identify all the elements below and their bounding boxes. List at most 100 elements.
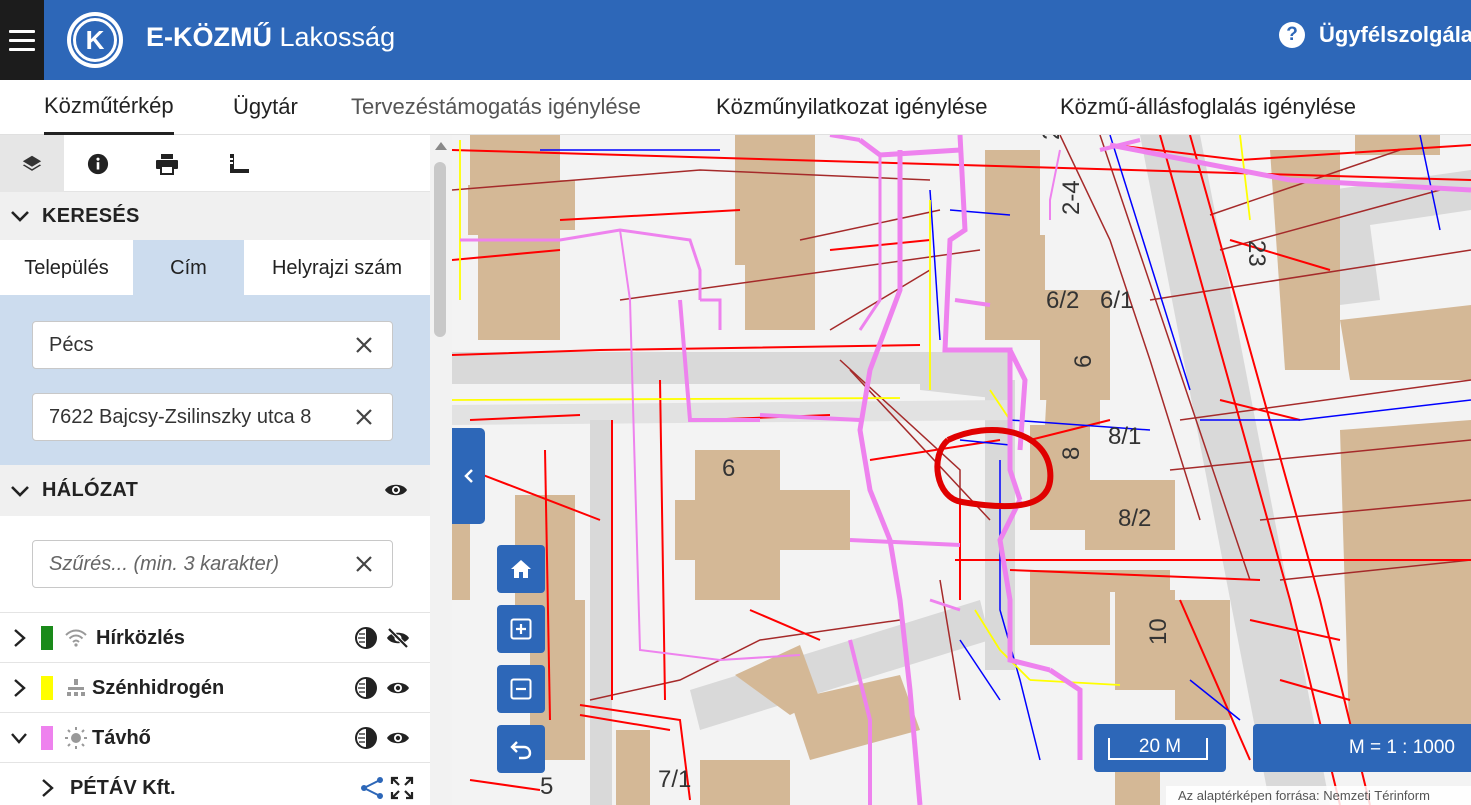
sidebar-toolbar: [0, 135, 430, 192]
map-address-label: 6: [1070, 354, 1097, 368]
map-canvas[interactable]: 62/C2-46/26/168/188/22310157/1: [452, 135, 1471, 805]
layer-row-tavho[interactable]: Távhő: [0, 712, 430, 762]
eye-icon[interactable]: [386, 676, 410, 700]
hamburger-menu-button[interactable]: [0, 0, 44, 80]
map-base-layer: [452, 135, 1471, 805]
network-graph-icon[interactable]: [360, 776, 384, 800]
clear-filter-icon[interactable]: [354, 554, 374, 574]
scale-indicator: 20 M: [1094, 724, 1226, 772]
main-nav: Közműtérkép Ügytár Tervezéstámogatás igé…: [0, 80, 1471, 135]
map-address-label: 7/1: [658, 766, 692, 793]
help-label: Ügyfélszolgála: [1319, 22, 1471, 47]
map-address-label: 6: [722, 455, 736, 482]
chevron-right-icon[interactable]: [10, 628, 28, 648]
address-input[interactable]: [49, 394, 349, 440]
zoom-out-button[interactable]: [497, 665, 545, 713]
chevron-down-icon: [10, 484, 32, 498]
chevron-right-icon[interactable]: [10, 678, 28, 698]
brand-title: E-KÖZMŰ Lakosság: [146, 20, 395, 54]
opacity-icon[interactable]: [354, 726, 378, 750]
layer-label: Távhő: [92, 727, 151, 749]
map-address-label: 23: [1243, 240, 1270, 267]
network-filter-area: [0, 516, 430, 612]
tab-tervezestamogatas[interactable]: Tervezéstámogatás igénylése: [351, 80, 641, 135]
map-address-label: 2-4: [1058, 180, 1085, 215]
layers-tool-button[interactable]: [0, 135, 64, 192]
eye-icon[interactable]: [386, 726, 410, 750]
collapse-sidebar-button[interactable]: [452, 428, 485, 524]
network-section-header[interactable]: HÁLÓZAT: [0, 465, 430, 516]
sublayer-row-petav[interactable]: PÉTÁV Kft.: [0, 762, 430, 805]
network-filter-input[interactable]: [49, 541, 349, 587]
chevron-down-icon: [10, 209, 32, 223]
brand-title-light: Lakosság: [279, 22, 396, 52]
map-scale-ratio[interactable]: M = 1 : 1000: [1253, 724, 1471, 772]
map-address-label: 6/2: [1046, 287, 1080, 314]
city-input[interactable]: [49, 322, 349, 368]
help-link[interactable]: ? Ügyfélszolgála: [1279, 20, 1471, 50]
layer-color-swatch: [41, 626, 53, 650]
print-tool-button[interactable]: [135, 135, 199, 192]
zoom-in-icon: [510, 618, 532, 640]
layer-color-swatch: [41, 676, 53, 700]
zoom-to-extent-icon[interactable]: [390, 776, 414, 800]
opacity-icon[interactable]: [354, 676, 378, 700]
layer-color-swatch: [41, 726, 53, 750]
network-section-title: HÁLÓZAT: [42, 479, 139, 501]
search-section-title: KERESÉS: [42, 204, 140, 227]
network-filter-field: [32, 540, 393, 588]
undo-button[interactable]: [497, 725, 545, 773]
scroll-up-arrow[interactable]: [435, 142, 447, 150]
print-icon: [156, 153, 178, 175]
zoom-in-button[interactable]: [497, 605, 545, 653]
info-icon: [87, 153, 109, 174]
info-tool-button[interactable]: [66, 135, 130, 192]
layers-icon: [22, 155, 42, 171]
help-icon: ?: [1279, 22, 1305, 48]
search-panel: [0, 295, 430, 465]
clear-city-icon[interactable]: [354, 335, 374, 355]
search-tab-telepules[interactable]: Település: [0, 240, 133, 296]
tab-kozmu-allasfoglalas[interactable]: Közmű-állásfoglalás igénylése: [1060, 80, 1356, 135]
map-address-label: 5: [540, 773, 554, 800]
sidebar-scrollbar[interactable]: [430, 135, 452, 805]
heat-icon: [65, 727, 87, 749]
map-address-label: 8/2: [1118, 505, 1152, 532]
sublayer-label: PÉTÁV Kft.: [70, 777, 176, 799]
layer-label: Szénhidrogén: [92, 677, 225, 699]
search-tab-helyrajzi-szam[interactable]: Helyrajzi szám: [244, 240, 430, 296]
eye-icon[interactable]: [384, 480, 408, 500]
app-header: K E-KÖZMŰ Lakosság ? Ügyfélszolgála: [0, 0, 1471, 80]
map-address-label: 2/C: [1038, 135, 1066, 140]
tab-kozmuterkep[interactable]: Közműtérkép: [44, 80, 174, 135]
measure-tool-button[interactable]: [207, 135, 271, 192]
menu-icon: [9, 27, 35, 54]
map-address-label: 10: [1145, 618, 1172, 645]
map-attribution: Az alaptérképen forrása: Nemzeti Térinfo…: [1166, 786, 1471, 805]
logo-letter: K: [73, 18, 117, 62]
layer-row-hirkozles[interactable]: Hírközlés: [0, 612, 430, 662]
eye-off-icon[interactable]: [386, 626, 410, 650]
scale-label: 20 M: [1138, 736, 1182, 757]
home-button[interactable]: [497, 545, 545, 593]
brand-logo[interactable]: K: [67, 12, 123, 68]
chevron-right-icon[interactable]: [38, 778, 56, 798]
chevron-down-icon[interactable]: [10, 728, 28, 748]
opacity-icon[interactable]: [354, 626, 378, 650]
undo-icon: [510, 741, 532, 760]
address-field: [32, 393, 393, 441]
search-type-tabs: Település Cím Helyrajzi szám: [0, 240, 430, 296]
clear-address-icon[interactable]: [354, 407, 374, 427]
scroll-thumb[interactable]: [434, 162, 446, 337]
layer-row-szenhidrogen[interactable]: Szénhidrogén: [0, 662, 430, 712]
wifi-icon: [65, 629, 87, 647]
map-address-label: 8: [1058, 446, 1085, 460]
zoom-out-icon: [510, 678, 532, 700]
search-tab-cim[interactable]: Cím: [133, 240, 244, 296]
tab-kozmunyilatkozat[interactable]: Közműnyilatkozat igénylése: [716, 80, 987, 135]
home-icon: [511, 560, 531, 578]
brand-title-strong: E-KÖZMŰ: [146, 22, 272, 52]
sidebar: KERESÉS Település Cím Helyrajzi szám HÁL…: [0, 135, 452, 805]
tab-ugytar[interactable]: Ügytár: [233, 80, 298, 135]
search-section-header[interactable]: KERESÉS: [0, 192, 430, 240]
